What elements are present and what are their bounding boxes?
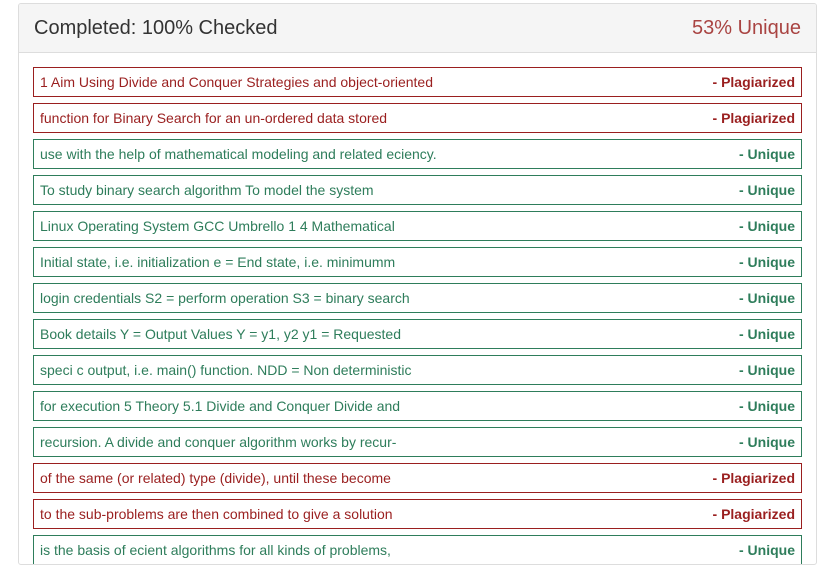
result-sentence: Initial state, i.e. initialization e = E…: [40, 254, 396, 270]
unique-verdict: - Unique: [739, 146, 795, 162]
result-sentence: to the sub-problems are then combined to…: [40, 506, 393, 522]
result-sentence: for execution 5 Theory 5.1 Divide and Co…: [40, 398, 401, 414]
result-sentence: is the basis of ecient algorithms for al…: [40, 542, 391, 558]
unique-verdict: - Unique: [739, 218, 795, 234]
result-row[interactable]: 1 Aim Using Divide and Conquer Strategie…: [33, 67, 802, 97]
results-panel: Completed: 100% Checked 53% Unique 1 Aim…: [18, 3, 817, 565]
unique-verdict: - Unique: [739, 362, 795, 378]
result-row[interactable]: Linux Operating System GCC Umbrello 1 4 …: [33, 211, 802, 241]
unique-percentage: 53% Unique: [692, 16, 801, 39]
plagiarized-verdict: - Plagiarized: [712, 74, 795, 90]
unique-verdict: - Unique: [739, 290, 795, 306]
result-row[interactable]: login credentials S2 = perform operation…: [33, 283, 802, 313]
result-row[interactable]: use with the help of mathematical modeli…: [33, 139, 802, 169]
result-row[interactable]: is the basis of ecient algorithms for al…: [33, 535, 802, 564]
result-sentence: speci c output, i.e. main() function. ND…: [40, 362, 412, 378]
unique-verdict: - Unique: [739, 326, 795, 342]
result-sentence: recursion. A divide and conquer algorith…: [40, 434, 397, 450]
result-sentence: function for Binary Search for an un-ord…: [40, 110, 388, 126]
check-status-title: Completed: 100% Checked: [34, 16, 278, 39]
result-row[interactable]: function for Binary Search for an un-ord…: [33, 103, 802, 133]
result-sentence: login credentials S2 = perform operation…: [40, 290, 410, 306]
unique-verdict: - Unique: [739, 434, 795, 450]
panel-header: Completed: 100% Checked 53% Unique: [19, 4, 816, 53]
plagiarized-verdict: - Plagiarized: [712, 110, 795, 126]
unique-verdict: - Unique: [739, 398, 795, 414]
result-row[interactable]: To study binary search algorithm To mode…: [33, 175, 802, 205]
result-row[interactable]: of the same (or related) type (divide), …: [33, 463, 802, 493]
unique-verdict: - Unique: [739, 542, 795, 558]
result-row[interactable]: Book details Y = Output Values Y = y1, y…: [33, 319, 802, 349]
result-row[interactable]: recursion. A divide and conquer algorith…: [33, 427, 802, 457]
result-sentence: 1 Aim Using Divide and Conquer Strategie…: [40, 74, 434, 90]
result-row[interactable]: Initial state, i.e. initialization e = E…: [33, 247, 802, 277]
result-sentence: To study binary search algorithm To mode…: [40, 182, 374, 198]
result-sentence: Book details Y = Output Values Y = y1, y…: [40, 326, 402, 342]
result-sentence: Linux Operating System GCC Umbrello 1 4 …: [40, 218, 395, 234]
results-list: 1 Aim Using Divide and Conquer Strategie…: [19, 53, 816, 564]
result-sentence: of the same (or related) type (divide), …: [40, 470, 391, 486]
result-row[interactable]: to the sub-problems are then combined to…: [33, 499, 802, 529]
unique-verdict: - Unique: [739, 254, 795, 270]
result-row[interactable]: for execution 5 Theory 5.1 Divide and Co…: [33, 391, 802, 421]
result-row[interactable]: speci c output, i.e. main() function. ND…: [33, 355, 802, 385]
result-sentence: use with the help of mathematical modeli…: [40, 146, 437, 162]
unique-verdict: - Unique: [739, 182, 795, 198]
plagiarized-verdict: - Plagiarized: [712, 506, 795, 522]
plagiarized-verdict: - Plagiarized: [712, 470, 795, 486]
